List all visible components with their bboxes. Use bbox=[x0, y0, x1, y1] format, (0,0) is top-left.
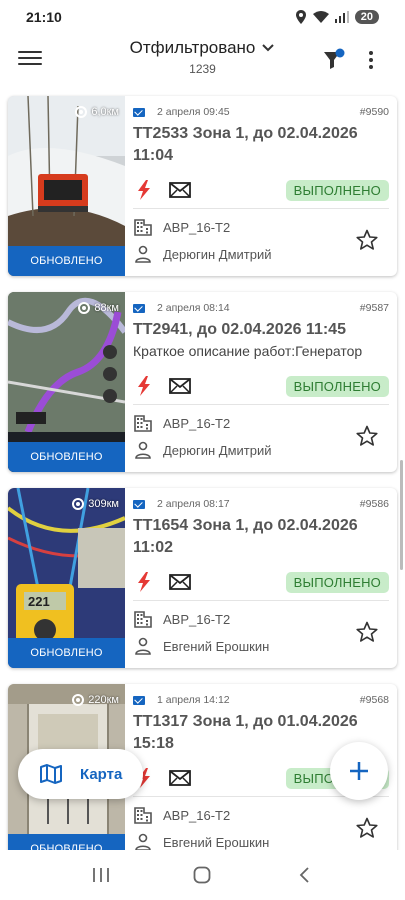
updated-badge: ОБНОВЛЕНО bbox=[8, 442, 125, 472]
recent-apps-button[interactable] bbox=[81, 860, 121, 890]
person-icon bbox=[135, 637, 151, 655]
updated-badge: ОБНОВЛЕНО bbox=[8, 638, 125, 668]
assignee-name: Евгений Ерошкин bbox=[163, 834, 270, 850]
bolt-icon bbox=[138, 180, 150, 200]
ticket-number: #9586 bbox=[359, 498, 389, 510]
star-outline-icon[interactable] bbox=[355, 424, 379, 448]
home-icon bbox=[194, 866, 211, 884]
location-target-icon bbox=[72, 694, 85, 706]
updated-badge: ОБНОВЛЕНО bbox=[8, 834, 125, 850]
bolt-icon bbox=[138, 376, 150, 396]
battery-indicator: 20 bbox=[354, 10, 379, 24]
map-button[interactable]: Карта bbox=[18, 749, 143, 799]
mail-icon bbox=[133, 499, 145, 509]
assignee-name: Дерюгин Дмитрий bbox=[163, 442, 272, 458]
building-icon bbox=[134, 611, 152, 628]
bolt-icon bbox=[138, 572, 150, 592]
recent-apps-icon bbox=[92, 868, 109, 882]
location-target-icon bbox=[72, 498, 85, 510]
mail-icon bbox=[133, 303, 145, 313]
location-icon bbox=[295, 10, 306, 24]
scrollbar[interactable] bbox=[400, 460, 403, 570]
envelope-icon bbox=[169, 378, 191, 394]
star-outline-icon[interactable] bbox=[355, 228, 379, 252]
assignee-name: Евгений Ерошкин bbox=[163, 638, 270, 654]
updated-badge: ОБНОВЛЕНО bbox=[8, 246, 125, 276]
back-button[interactable] bbox=[284, 860, 324, 890]
ticket-list[interactable]: 6,0км ОБНОВЛЕНО 2 апреля 09:45 #9590 ТТ2533 … bbox=[0, 94, 405, 850]
star-outline-icon[interactable] bbox=[355, 816, 379, 840]
filter-icon[interactable] bbox=[321, 48, 345, 72]
object-name: АВР_16-Т2 bbox=[163, 807, 231, 823]
plus-icon bbox=[350, 762, 368, 780]
ticket-number: #9590 bbox=[359, 106, 389, 118]
mail-icon bbox=[133, 107, 145, 117]
envelope-icon bbox=[169, 574, 191, 590]
home-button[interactable] bbox=[182, 860, 222, 890]
envelope-icon bbox=[169, 182, 191, 198]
status-bar: 21:10 20 bbox=[0, 0, 405, 34]
divider bbox=[133, 600, 389, 601]
distance-label: 6,0км bbox=[75, 106, 119, 118]
ticket-date: 2 апреля 08:14 bbox=[157, 302, 230, 314]
distance-label: 309км bbox=[72, 498, 119, 510]
ticket-date: 2 апреля 08:17 bbox=[157, 498, 230, 510]
building-icon bbox=[134, 807, 152, 824]
signal-icon bbox=[334, 11, 349, 23]
ticket-card[interactable]: 6,0км ОБНОВЛЕНО 2 апреля 09:45 #9590 ТТ2533 … bbox=[8, 96, 397, 276]
mail-icon bbox=[133, 695, 145, 705]
distance-label: 220км bbox=[72, 694, 119, 706]
building-icon bbox=[134, 219, 152, 236]
divider bbox=[133, 404, 389, 405]
status-badge: ВЫПОЛНЕНО bbox=[285, 571, 389, 593]
ticket-photo[interactable]: 6,0км ОБНОВЛЕНО bbox=[8, 96, 125, 276]
ticket-card[interactable]: 221 309км ОБНОВЛЕНО 2 апреля 08:17 #9586 ТТ16… bbox=[8, 488, 397, 668]
building-icon bbox=[134, 415, 152, 432]
ticket-date: 1 апреля 14:12 bbox=[157, 694, 230, 706]
object-name: АВР_16-Т2 bbox=[163, 415, 231, 431]
ticket-description: Краткое описание работ:Генератор bbox=[133, 343, 363, 359]
system-nav-bar bbox=[0, 850, 405, 900]
status-badge: ВЫПОЛНЕНО bbox=[285, 179, 389, 201]
ticket-date: 2 апреля 09:45 bbox=[157, 106, 230, 118]
divider bbox=[133, 208, 389, 209]
person-icon bbox=[135, 245, 151, 263]
status-time: 21:10 bbox=[26, 9, 62, 25]
page-title: Отфильтровано bbox=[129, 38, 256, 57]
object-name: АВР_16-Т2 bbox=[163, 611, 231, 627]
ticket-card[interactable]: 88км ОБНОВЛЕНО 2 апреля 08:14 #9587 ТТ2941, … bbox=[8, 292, 397, 472]
envelope-icon bbox=[169, 770, 191, 786]
location-target-icon bbox=[75, 106, 88, 118]
assignee-name: Дерюгин Дмитрий bbox=[163, 246, 272, 262]
distance-label: 88км bbox=[78, 302, 119, 314]
location-target-icon bbox=[78, 302, 91, 314]
map-button-label: Карта bbox=[80, 765, 123, 783]
star-outline-icon[interactable] bbox=[355, 620, 379, 644]
svg-text:221: 221 bbox=[28, 594, 50, 609]
back-icon bbox=[299, 867, 309, 883]
wifi-icon bbox=[312, 11, 329, 23]
add-ticket-button[interactable] bbox=[330, 742, 388, 800]
ticket-photo[interactable]: 88км ОБНОВЛЕНО bbox=[8, 292, 125, 472]
ticket-title: ТТ2533 Зона 1, до 02.04.2026 11:04 bbox=[133, 125, 358, 164]
app-bar: Отфильтровано 1239 bbox=[0, 34, 405, 88]
ticket-number: #9587 bbox=[359, 302, 389, 314]
more-vert-icon[interactable] bbox=[359, 48, 383, 72]
person-icon bbox=[135, 441, 151, 459]
ticket-title: ТТ2941, до 02.04.2026 11:45 bbox=[133, 321, 346, 338]
ticket-title: ТТ1654 Зона 1, до 02.04.2026 11:02 bbox=[133, 517, 358, 556]
ticket-photo[interactable]: 221 309км ОБНОВЛЕНО bbox=[8, 488, 125, 668]
object-name: АВР_16-Т2 bbox=[163, 219, 231, 235]
ticket-number: #9568 bbox=[359, 694, 389, 706]
person-icon bbox=[135, 833, 151, 850]
chevron-down-icon bbox=[262, 44, 275, 52]
status-badge: ВЫПОЛНЕНО bbox=[285, 375, 389, 397]
map-icon bbox=[40, 764, 62, 784]
